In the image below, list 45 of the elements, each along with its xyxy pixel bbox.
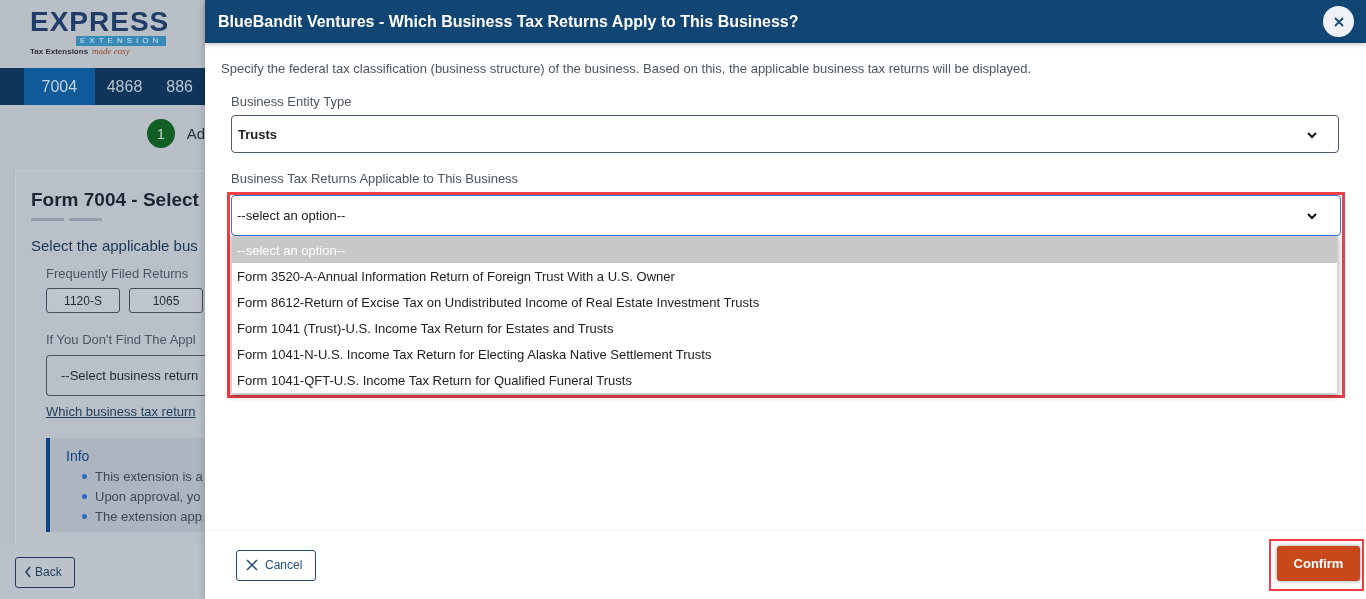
return-chip[interactable]: 1065 [129,288,203,313]
help-link[interactable]: Which business tax return [46,404,196,419]
close-icon [246,559,258,571]
close-button[interactable] [1323,6,1354,37]
chevron-left-icon [24,565,32,579]
logo-band: EXTENSION [76,36,167,46]
bullet-text: This extension is a [95,469,203,484]
field-label: Frequently Filed Returns [46,266,190,281]
select-value: Trusts [238,126,277,142]
step-number: 1 [147,119,175,148]
nav-tab[interactable]: 7004 [24,68,95,105]
logo-tagline: Tax Extensions [30,47,89,56]
dropdown-option[interactable]: Form 8612-Return of Excise Tax on Undistributed Income of Real Estate Investment Trusts [232,289,1337,315]
field-label: Business Tax Returns Applicable to This Business [231,171,519,186]
nav-tab[interactable]: 886 [154,68,205,105]
nav-tab[interactable]: 4868 [94,68,155,105]
bullet-dot [82,514,87,519]
return-chip[interactable]: 1120-S [46,288,120,313]
dropdown-option[interactable]: Form 1041 (Trust)-U.S. Income Tax Return for Estates and Trusts [232,315,1337,341]
step-label: Ad [186,125,205,142]
dropdown-option[interactable]: Form 3520-A-Annual Information Return of Foreign Trust With a U.S. Owner [232,263,1337,289]
modal-title: BlueBandit Ventures - Which Business Tax Returns Apply to This Business? [218,12,799,31]
bullet-dot [82,474,87,479]
description-text: Specify the federal tax classification (business structure) of the business. Based on this, the applicable business tax returns will be displayed. [221,61,1033,76]
chevron-down-icon [1306,211,1318,220]
tax-return-select[interactable]: --select an option-- [231,195,1341,236]
confirm-button[interactable]: Confirm [1277,546,1360,581]
bullet-text: Upon approval, yo [95,489,201,504]
back-button[interactable]: Back [15,556,75,588]
section-heading: Select the applicable bus [31,237,199,254]
dropdown-option[interactable]: Form 1041-QFT-U.S. Income Tax Return for Qualified Funeral Trusts [232,367,1337,393]
cancel-button[interactable]: Cancel [236,549,316,581]
chevron-down-icon [1306,129,1318,139]
bullet-text: The extension app [95,509,202,524]
card-title: Form 7004 - Select [31,189,200,211]
close-icon [1332,15,1345,28]
logo-tagline: made easy [92,46,130,56]
field-label: If You Don't Find The Appl [46,332,197,347]
bullet-dot [82,494,87,499]
select-value: --select an option-- [237,208,346,223]
info-title: Info [66,448,91,464]
dropdown-option[interactable]: Form 1041-N-U.S. Income Tax Return for Electing Alaska Native Settlement Trusts [232,341,1337,367]
logo-wordmark: EXPRESS [30,8,170,36]
field-label: Business Entity Type [231,94,352,109]
entity-type-select[interactable]: Trusts [231,115,1339,153]
